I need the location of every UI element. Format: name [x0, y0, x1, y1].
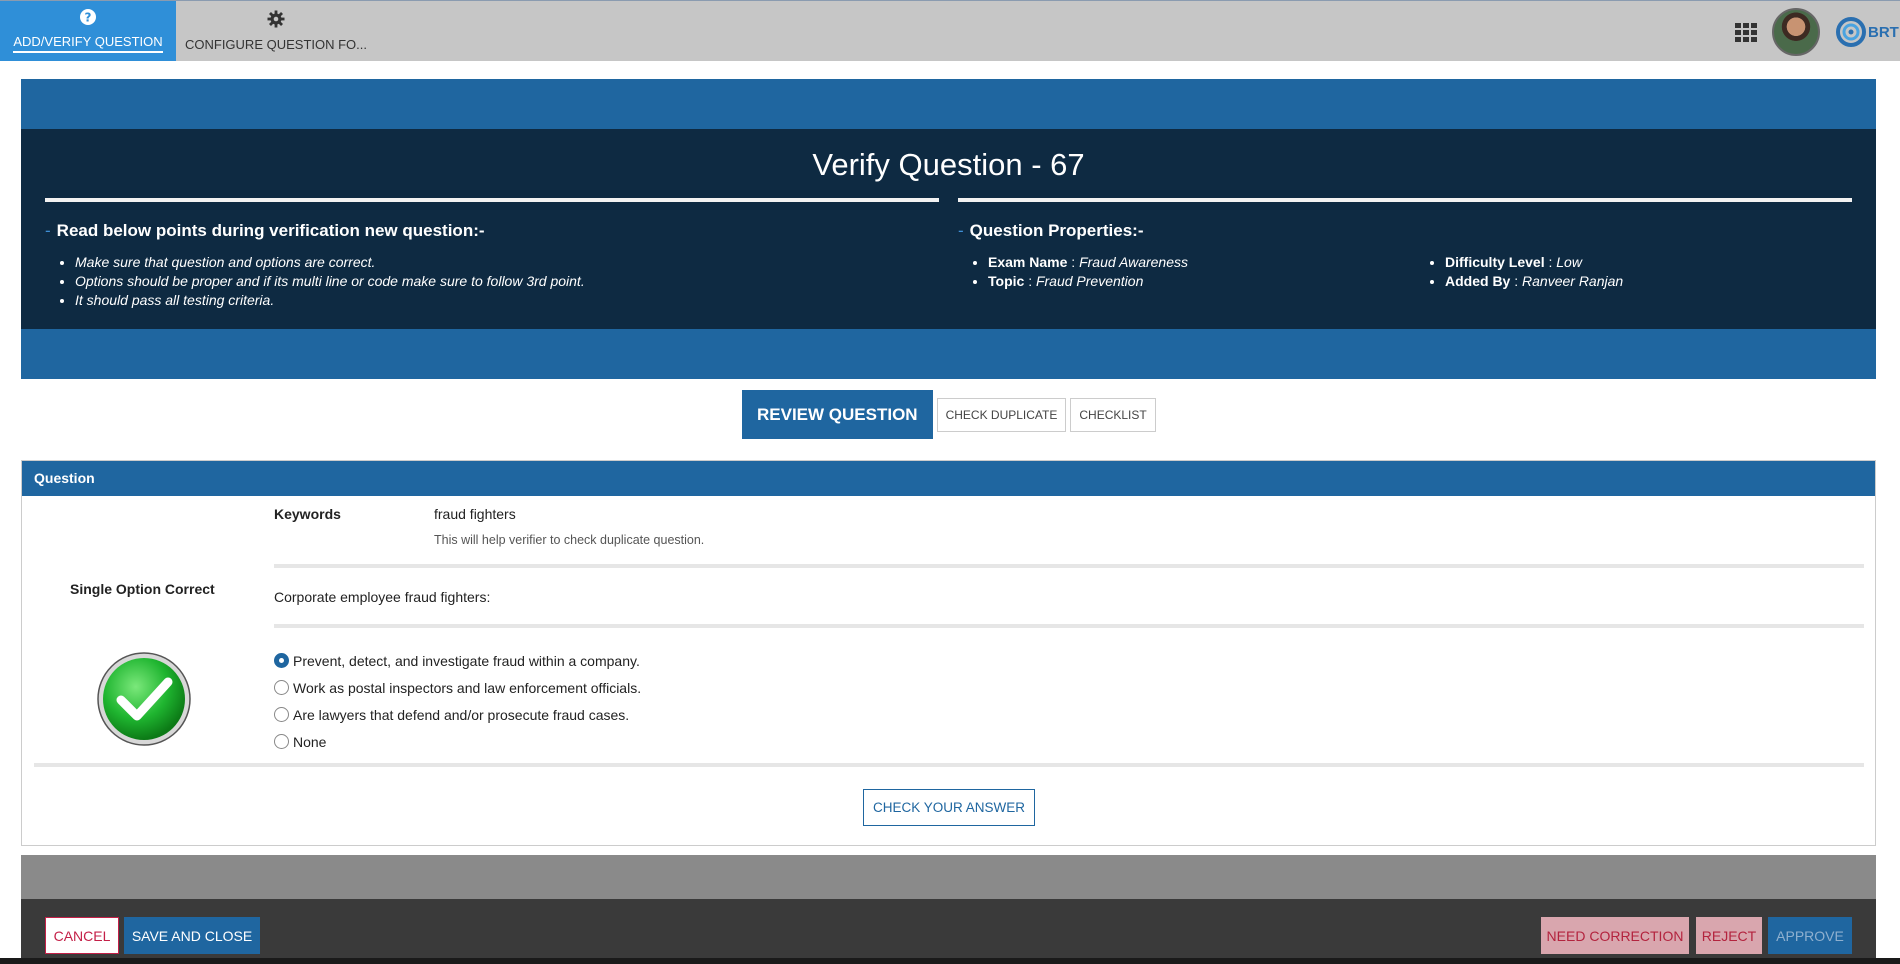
radio-icon[interactable] — [274, 680, 289, 695]
question-properties-list: Exam Name : Fraud Awareness Topic : Frau… — [988, 253, 1188, 291]
question-panel-header: Question — [22, 461, 1875, 496]
list-item: It should pass all testing criteria. — [75, 291, 585, 310]
radio-selected-icon[interactable] — [274, 653, 289, 668]
nav-tab-add-verify-question[interactable]: ? ADD/VERIFY QUESTION — [0, 1, 176, 61]
list-item: Options should be proper and if its mult… — [75, 272, 585, 291]
check-answer-button[interactable]: CHECK YOUR ANSWER — [863, 789, 1035, 826]
nav-tab-label: ADD/VERIFY QUESTION — [13, 34, 163, 53]
keywords-label: Keywords — [274, 506, 341, 522]
divider — [45, 198, 939, 202]
radio-icon[interactable] — [274, 734, 289, 749]
approve-button[interactable]: APPROVE — [1768, 917, 1852, 954]
brand-text: BRT — [1868, 23, 1899, 41]
option-label: None — [293, 733, 327, 750]
option-label: Prevent, detect, and investigate fraud w… — [293, 652, 640, 669]
property-exam-name: Exam Name : Fraud Awareness — [988, 253, 1188, 272]
option-item[interactable]: Prevent, detect, and investigate fraud w… — [274, 647, 641, 674]
question-text: Corporate employee fraud fighters: — [274, 589, 491, 605]
correct-check-icon — [97, 652, 191, 746]
avatar[interactable] — [1772, 8, 1820, 56]
option-item[interactable]: None — [274, 728, 641, 755]
help-circle-icon: ? — [80, 9, 96, 28]
tab-checklist[interactable]: CHECKLIST — [1070, 397, 1156, 432]
option-item[interactable]: Are lawyers that defend and/or prosecute… — [274, 701, 641, 728]
question-properties-list: Difficulty Level : Low Added By : Ranvee… — [1445, 253, 1623, 291]
option-item[interactable]: Work as postal inspectors and law enforc… — [274, 674, 641, 701]
page-title: Verify Question - 67 — [812, 147, 1085, 182]
divider — [958, 198, 1852, 202]
footer-spacer — [21, 855, 1876, 899]
need-correction-button[interactable]: NEED CORRECTION — [1541, 917, 1689, 954]
review-tabs: REVIEW QUESTION CHECK DUPLICATE CHECKLIS… — [742, 390, 1156, 439]
question-type: Single Option Correct — [70, 581, 215, 597]
tab-check-duplicate[interactable]: CHECK DUPLICATE — [936, 397, 1067, 432]
question-panel: Question Single Option Correct Keywords … — [21, 460, 1876, 846]
options-list: Prevent, detect, and investigate fraud w… — [274, 647, 641, 755]
bottom-strip — [0, 958, 1900, 964]
option-label: Work as postal inspectors and law enforc… — [293, 679, 642, 696]
tab-review-question[interactable]: REVIEW QUESTION — [742, 390, 933, 439]
swirl-logo-icon — [1836, 17, 1866, 47]
banner-content: Verify Question - 67 - Read below points … — [21, 129, 1876, 329]
verify-banner: Verify Question - 67 - Read below points … — [21, 79, 1876, 379]
apps-grid-icon[interactable] — [1735, 23, 1757, 42]
save-and-close-button[interactable]: SAVE AND CLOSE — [124, 917, 260, 954]
divider — [274, 564, 1864, 568]
gear-icon — [267, 10, 285, 31]
dash-icon: - — [958, 221, 964, 240]
option-label: Are lawyers that defend and/or prosecute… — [293, 706, 630, 723]
property-topic: Topic : Fraud Prevention — [988, 272, 1188, 291]
property-difficulty: Difficulty Level : Low — [1445, 253, 1623, 272]
list-item: Make sure that question and options are … — [75, 253, 585, 272]
brand-logo[interactable]: BRT — [1836, 15, 1900, 49]
properties-heading: - Question Properties:- — [958, 221, 1144, 240]
radio-icon[interactable] — [274, 707, 289, 722]
keywords-hint: This will help verifier to check duplica… — [434, 533, 705, 547]
divider — [274, 624, 1864, 628]
top-nav: ? ADD/VERIFY QUESTION CONFIGURE QUESTION… — [0, 0, 1900, 61]
divider — [34, 763, 1864, 767]
property-added-by: Added By : Ranveer Ranjan — [1445, 272, 1623, 291]
svg-text:?: ? — [85, 11, 92, 25]
reject-button[interactable]: REJECT — [1696, 917, 1762, 954]
verification-points-list: Make sure that question and options are … — [75, 253, 585, 310]
keywords-value: fraud fighters — [434, 506, 516, 522]
nav-tab-configure-question[interactable]: CONFIGURE QUESTION FO... — [176, 1, 376, 61]
cancel-button[interactable]: CANCEL — [45, 917, 119, 954]
nav-tab-label: CONFIGURE QUESTION FO... — [184, 37, 367, 52]
dash-icon: - — [45, 221, 51, 240]
points-heading: - Read below points during verification n… — [45, 221, 485, 240]
